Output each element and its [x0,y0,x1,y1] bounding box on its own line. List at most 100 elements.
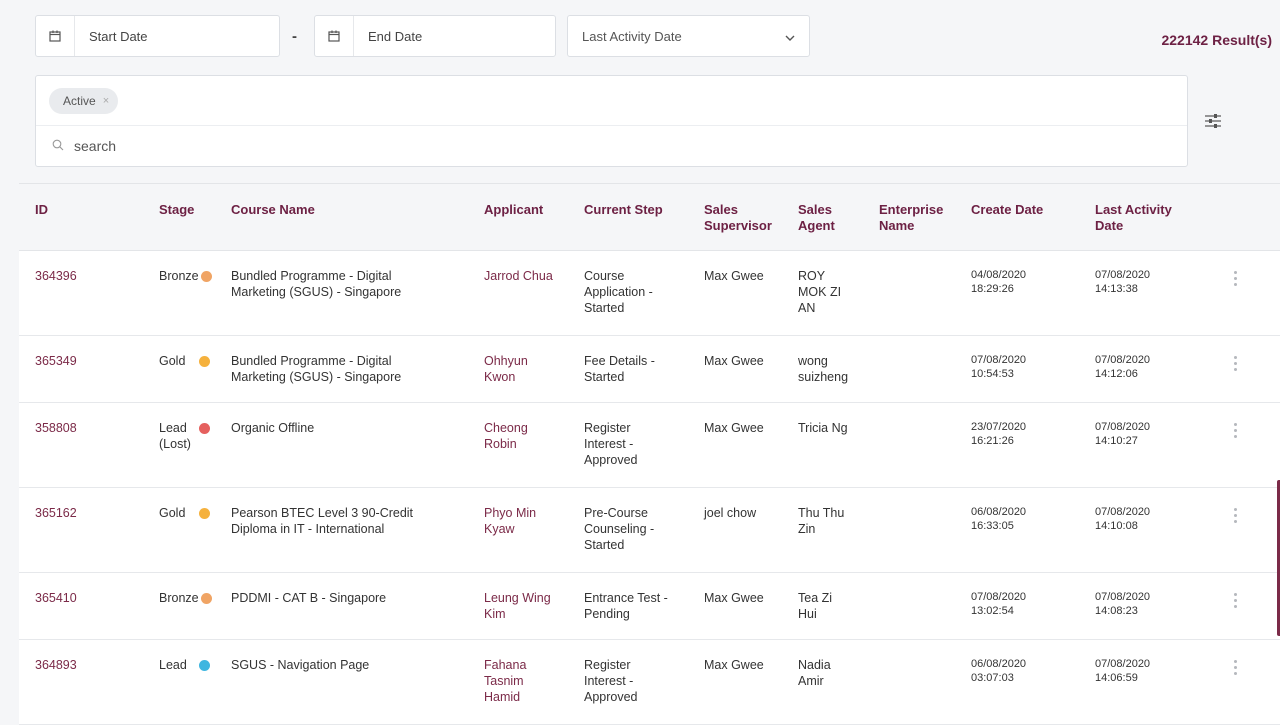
cell-line: Tea Zi [798,591,833,605]
cell-sales-agent: wong suizheng [798,353,868,385]
close-icon[interactable]: × [103,95,109,107]
divider [36,125,1187,126]
column-header-line: Sales [798,202,832,217]
filter-settings-icon[interactable] [1204,112,1222,135]
filter-chip-label: Active [63,94,96,108]
cell-applicant-link[interactable]: Fahana Tasnim Hamid [484,657,569,705]
stage-dot-icon [200,271,212,282]
table-row[interactable]: 365162 Gold Pearson BTEC Level 3 90-Credit… [19,488,1280,573]
cell-current-step: Fee Details - Started [584,353,689,385]
cell-line: Lead [159,421,187,435]
table-row[interactable]: 365349 Gold Bundled Programme - Digital Mar… [19,336,1280,403]
column-header-sales-agent[interactable]: Sales Agent [798,202,835,234]
start-date-picker[interactable]: Start Date [35,15,280,57]
cell-applicant-link[interactable]: Cheong Robin [484,420,569,452]
column-header-course-name[interactable]: Course Name [231,202,315,218]
cell-line: Cheong [484,421,528,435]
column-header-last-activity-date[interactable]: Last Activity Date [1095,202,1172,234]
cell-line: Kyaw [484,522,515,536]
cell-line: Phyo Min [484,506,537,520]
cell-last-activity-date: 07/08/2020 14:10:27 [1095,420,1150,448]
cell-line: Hui [798,607,817,621]
column-header-create-date[interactable]: Create Date [971,202,1043,218]
cell-id-link[interactable]: 365410 [35,590,77,606]
cell-current-step: Entrance Test - Pending [584,590,689,622]
more-options-icon[interactable] [1231,660,1239,678]
more-options-icon[interactable] [1231,356,1239,374]
stage-dot-icon [199,508,210,519]
cell-line: Bronze [159,591,199,605]
table-row[interactable]: 358808 Lead (Lost) Organic Offline Cheong Rob… [19,403,1280,488]
cell-line: AN [798,301,816,315]
column-header-stage[interactable]: Stage [159,202,194,218]
cell-id-link[interactable]: 365162 [35,505,77,521]
cell-line: 07/08/2020 [1095,269,1151,281]
calendar-icon [36,16,75,56]
more-options-icon[interactable] [1231,593,1239,611]
stage-label: Bronze [159,268,199,284]
cell-line: 23/07/2020 [971,421,1027,433]
table-body: 364396 Bronze Bundled Programme - Digital M… [19,251,1280,725]
column-header-current-step[interactable]: Current Step [584,202,663,218]
cell-id-link[interactable]: 365349 [35,353,77,369]
cell-course-name: Bundled Programme - Digital Marketing (SG… [231,268,471,300]
stage-label: Lead [159,657,191,673]
cell-applicant-link[interactable]: Ohhyun Kwon [484,353,569,385]
column-header-sales-supervisor[interactable]: Sales Supervisor [704,202,772,234]
cell-line: suizheng [798,370,849,384]
cell-sales-supervisor: Max Gwee [704,354,764,368]
cell-last-activity-date: 07/08/2020 14:12:06 [1095,353,1150,381]
cell-stage: Lead (Lost) [159,420,210,452]
cell-line: 14:08:23 [1095,605,1138,617]
cell-course-name: SGUS - Navigation Page [231,657,471,673]
more-options-icon[interactable] [1231,508,1239,526]
table-row[interactable]: 365410 Bronze PDDMI - CAT B - Singapore Leu… [19,573,1280,640]
cell-applicant-link[interactable]: Leung Wing Kim [484,590,569,622]
column-header-applicant[interactable]: Applicant [484,202,543,218]
cell-stage: Bronze [159,590,212,606]
cell-line: 14:06:59 [1095,672,1138,684]
column-header-line: Agent [798,218,835,233]
cell-line: Kwon [484,370,516,384]
cell-id-link[interactable]: 358808 [35,420,77,436]
table-row[interactable]: 364893 Lead SGUS - Navigation Page Fahana Ta… [19,640,1280,725]
start-date-placeholder: Start Date [89,28,148,44]
end-date-placeholder: End Date [368,28,423,44]
cell-line: 14:13:38 [1095,283,1138,295]
cell-line: 07/08/2020 [1095,658,1151,670]
cell-line: 18:29:26 [971,283,1014,295]
cell-create-date: 06/08/2020 16:33:05 [971,505,1026,533]
column-header-id[interactable]: ID [35,202,48,218]
column-header-line: Name [879,218,915,233]
stage-label: Bronze [159,590,199,606]
search-input[interactable] [72,137,376,155]
cell-id-link[interactable]: 364396 [35,268,77,284]
cell-line: Marketing (SGUS) - Singapore [231,370,402,384]
cell-line: 06/08/2020 [971,658,1027,670]
filter-chip-active[interactable]: Active × [49,88,119,114]
column-header-line: Supervisor [704,218,772,233]
end-date-picker[interactable]: End Date [314,15,556,57]
table-row[interactable]: 364396 Bronze Bundled Programme - Digital M… [19,251,1280,336]
column-header-line: Sales [704,202,738,217]
cell-line: Bronze [159,269,199,283]
column-header-enterprise-name[interactable]: Enterprise Name [879,202,943,234]
cell-current-step: Register Interest - Approved [584,657,689,705]
cell-line: Course [584,269,625,283]
cell-line: Register [584,658,631,672]
cell-line: Register [584,421,631,435]
cell-line: Leung Wing [484,591,551,605]
table-header: ID Stage Course Name Applicant Current S… [19,184,1280,251]
cell-sales-agent: Nadia Amir [798,657,868,689]
cell-applicant-link[interactable]: Jarrod Chua [484,268,569,284]
cell-line: Interest - [584,674,634,688]
cell-applicant-link[interactable]: Phyo Min Kyaw [484,505,569,537]
cell-stage: Gold [159,353,210,369]
cell-current-step: Register Interest - Approved [584,420,689,468]
date-type-select[interactable]: Last Activity Date [567,15,810,57]
more-options-icon[interactable] [1231,271,1239,289]
cell-stage: Bronze [159,268,212,284]
cell-id-link[interactable]: 364893 [35,657,77,673]
cell-line: Tricia Ng [798,421,848,435]
more-options-icon[interactable] [1231,423,1239,441]
